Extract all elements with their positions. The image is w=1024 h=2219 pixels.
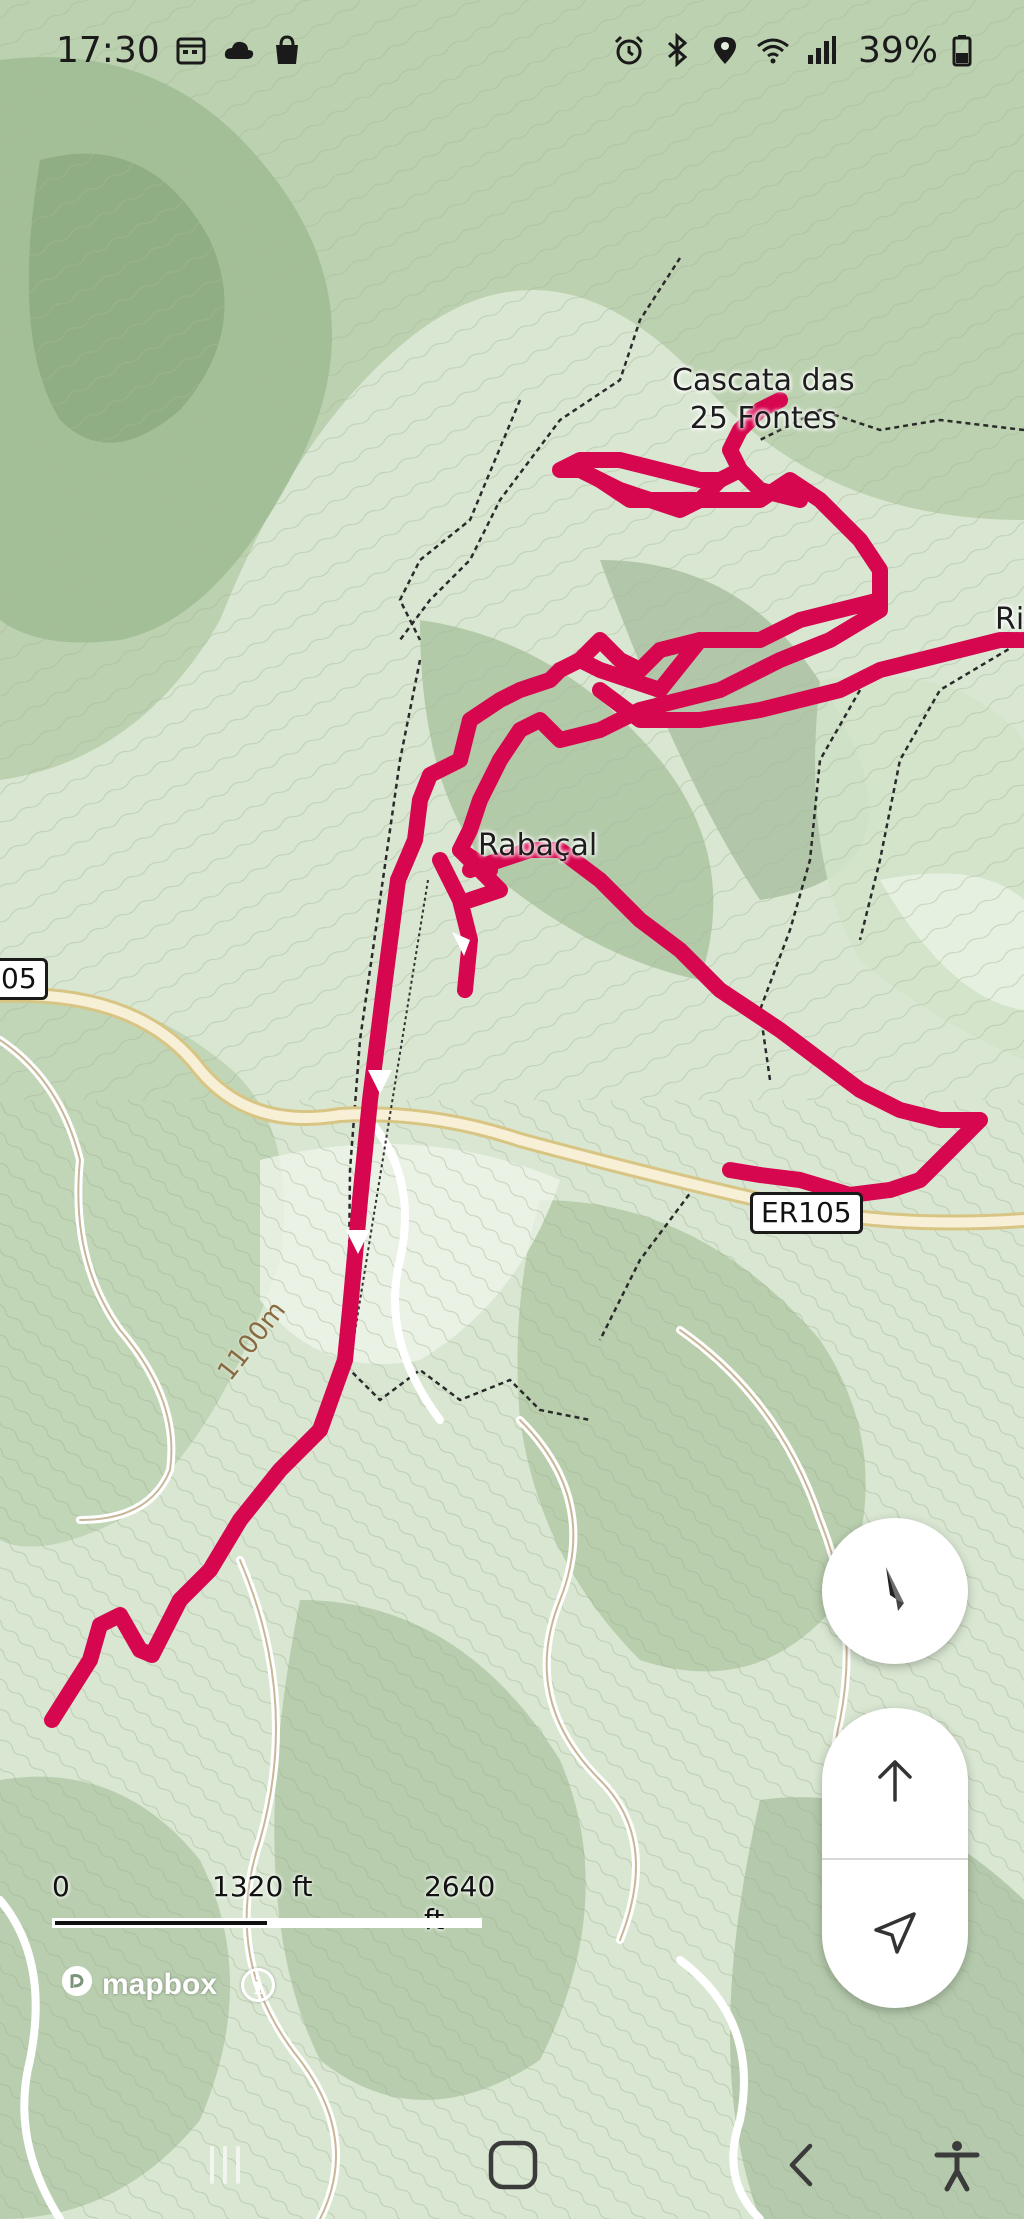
edge-place-label[interactable]: Ri <box>995 602 1024 637</box>
battery-level: 39% <box>857 29 938 71</box>
home-icon[interactable] <box>478 2130 548 2200</box>
arrow-up-icon <box>870 1756 920 1811</box>
north-up-button[interactable] <box>822 1708 968 1858</box>
scale-bar-graphic <box>52 1918 482 1928</box>
mapbox-brand: mapbox <box>102 1968 218 2001</box>
bluetooth-icon <box>660 32 694 68</box>
location-icon <box>708 33 742 67</box>
poi-label-line1: Cascata das <box>672 363 855 398</box>
alarm-icon <box>612 33 646 67</box>
navigation-arrow-icon <box>870 1908 920 1963</box>
navigation-controls <box>822 1708 968 2008</box>
back-icon[interactable] <box>768 2130 838 2200</box>
shopping-bag-icon <box>270 33 304 67</box>
poi-label-cascata[interactable]: Cascata das 25 Fontes <box>672 362 855 438</box>
accessibility-icon[interactable] <box>922 2130 992 2200</box>
system-navigation-bar <box>0 2100 1024 2219</box>
calendar-icon <box>174 33 208 67</box>
status-right: 39% <box>612 30 986 71</box>
info-icon[interactable]: i <box>241 1968 276 2002</box>
cloud-icon <box>222 33 256 67</box>
place-label-rabacal[interactable]: Rabaçal <box>478 828 597 863</box>
attribution: mapbox i <box>60 1964 276 2006</box>
status-left: 17:30 <box>56 30 304 71</box>
poi-label-line2: 25 Fontes <box>689 401 837 436</box>
road-shield-left: 05 <box>0 958 48 1000</box>
scale-segment-light <box>267 1921 479 1925</box>
status-time: 17:30 <box>56 29 160 71</box>
mapbox-logo[interactable]: mapbox <box>60 1964 217 2006</box>
wifi-icon <box>756 33 790 67</box>
scale-segment-dark <box>55 1921 267 1925</box>
road-shield-er105: ER105 <box>750 1192 863 1234</box>
status-bar: 17:30 39% <box>0 0 1024 100</box>
scale-bar: 0 1320 ft 2640 ft <box>52 1870 495 1936</box>
scale-label-mid: 1320 ft <box>212 1870 313 1903</box>
compass-button[interactable] <box>822 1518 968 1664</box>
mapbox-logo-icon <box>60 1964 94 2006</box>
scale-label-start: 0 <box>52 1870 70 1903</box>
battery-icon <box>952 33 986 67</box>
signal-icon <box>804 33 838 67</box>
recent-apps-icon[interactable] <box>190 2130 260 2200</box>
compass-needle-icon <box>870 1559 920 1624</box>
locate-me-button[interactable] <box>822 1860 968 2008</box>
